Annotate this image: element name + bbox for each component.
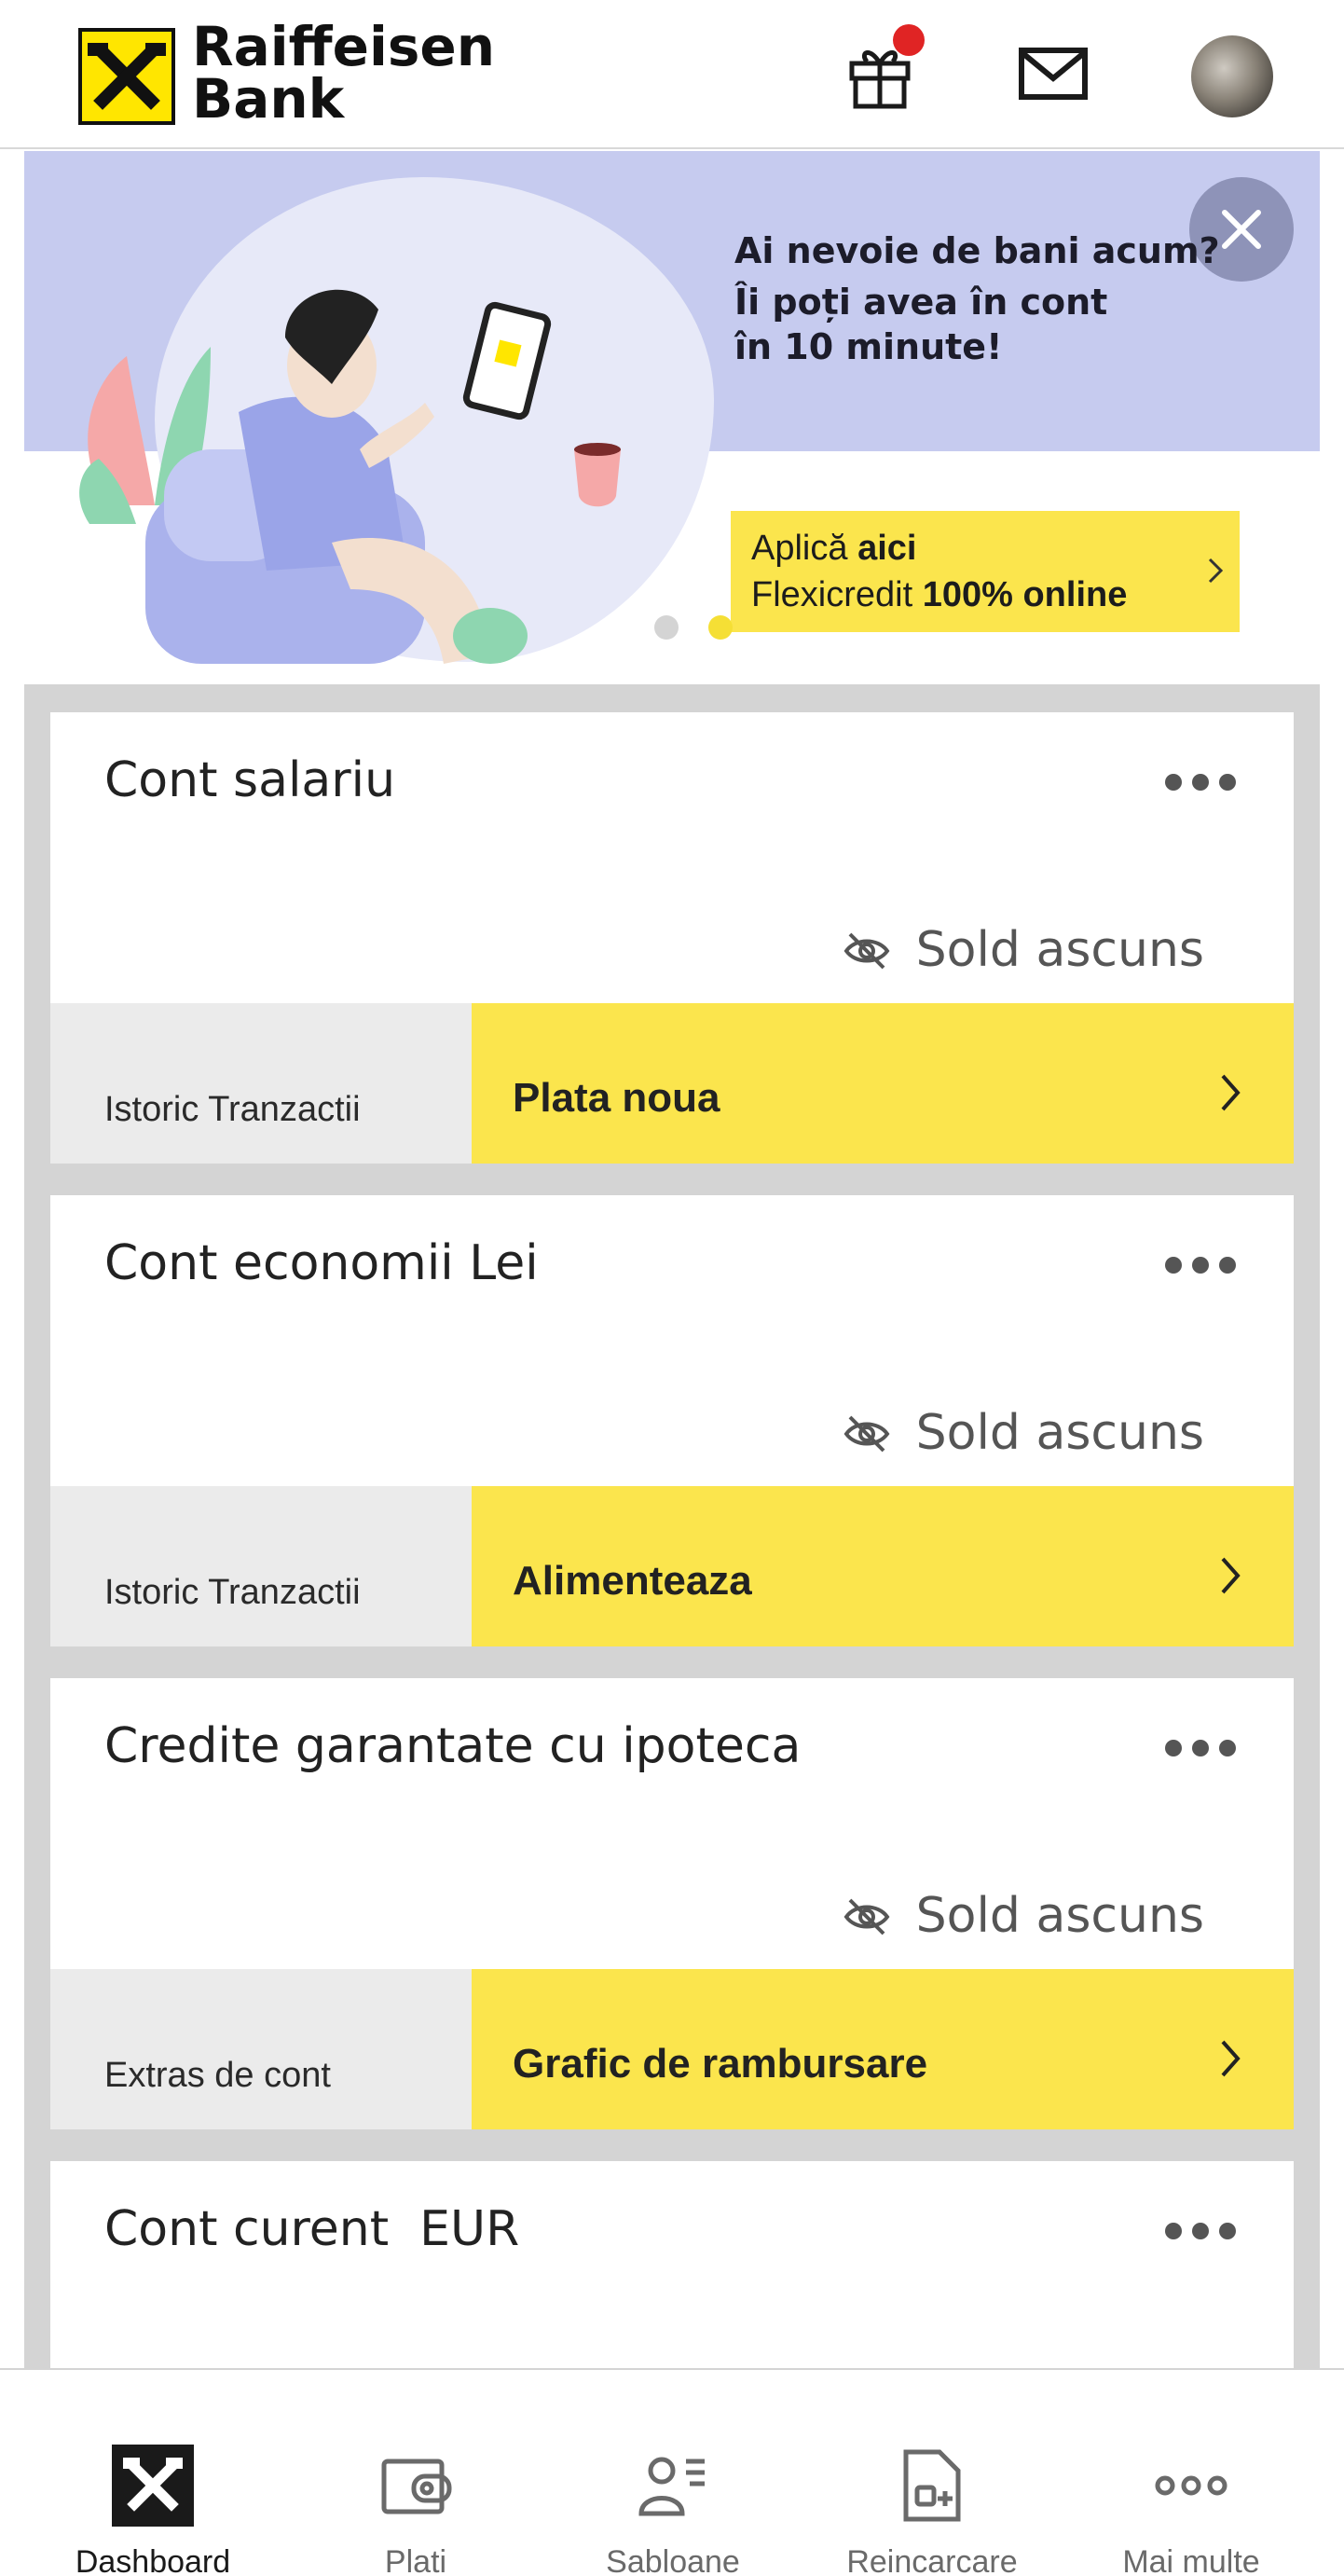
promo-banner[interactable]: Ai nevoie de bani acum? Îi poți avea în … xyxy=(24,151,1320,684)
hidden-eye-icon[interactable] xyxy=(843,1412,891,1456)
more-options-icon[interactable] xyxy=(1165,774,1236,796)
mail-icon[interactable] xyxy=(1016,35,1090,110)
tab-reincarcare[interactable]: Reincarcare xyxy=(798,2370,1066,2576)
account-name: Cont economii Lei xyxy=(104,1235,539,1291)
cta-line-2: Flexicredit 100% online xyxy=(751,575,1128,614)
pagination-dot[interactable] xyxy=(654,615,679,640)
accounts-list: Cont salariu Sold ascuns Istoric Tranzac… xyxy=(24,684,1320,2368)
more-options-icon[interactable] xyxy=(1165,2223,1236,2245)
account-name: Credite garantate cu ipoteca xyxy=(104,1718,802,1774)
more-options-icon[interactable] xyxy=(1165,1257,1236,1279)
more-icon xyxy=(1155,2475,1227,2496)
account-statement-button[interactable]: Extras de cont xyxy=(50,1969,472,2129)
brand-name: Raiffeisen Bank xyxy=(192,15,496,131)
templates-icon xyxy=(638,2457,705,2516)
apply-flexicredit-button[interactable]: Aplică aici Flexicredit 100% online xyxy=(731,511,1240,632)
notification-dot xyxy=(893,24,925,56)
cta-line-1: Aplică aici xyxy=(751,529,917,568)
banner-subtitle: Îi poți avea în cont în 10 minute! xyxy=(734,282,1108,367)
hidden-eye-icon[interactable] xyxy=(843,929,891,973)
repayment-schedule-button[interactable]: Grafic de rambursare xyxy=(472,1969,1294,2129)
hidden-eye-icon[interactable] xyxy=(843,1894,891,1939)
card-actions: Istoric Tranzactii Plata noua xyxy=(50,1003,1294,1164)
chevron-right-icon xyxy=(1221,1557,1241,1594)
tab-dashboard[interactable]: Dashboard xyxy=(19,2370,287,2576)
card-actions: Extras de cont Grafic de rambursare xyxy=(50,1969,1294,2129)
new-payment-button[interactable]: Plata noua xyxy=(472,1003,1294,1164)
balance-hidden[interactable]: Sold ascuns xyxy=(916,919,1204,981)
banner-title: Ai nevoie de bani acum? xyxy=(734,230,1220,271)
recharge-icon xyxy=(903,2449,961,2522)
transaction-history-button[interactable]: Istoric Tranzactii xyxy=(50,1003,472,1164)
account-name: Cont salariu xyxy=(104,752,396,808)
balance-hidden[interactable]: Sold ascuns xyxy=(916,1402,1204,1464)
account-card[interactable]: Credite garantate cu ipoteca Sold ascuns… xyxy=(50,1678,1294,2129)
app-header: Raiffeisen Bank xyxy=(0,0,1344,149)
raiffeisen-logo-icon xyxy=(112,2445,194,2527)
chevron-right-icon xyxy=(1221,2040,1241,2077)
chevron-right-icon xyxy=(1221,1074,1241,1111)
transaction-history-button[interactable]: Istoric Tranzactii xyxy=(50,1486,472,1646)
top-up-button[interactable]: Alimenteaza xyxy=(472,1486,1294,1646)
card-actions: Istoric Tranzactii Alimenteaza xyxy=(50,1486,1294,1646)
account-card[interactable]: Cont salariu Sold ascuns Istoric Tranzac… xyxy=(50,712,1294,1164)
account-card[interactable]: Cont curent EUR xyxy=(50,2161,1294,2368)
account-name: Cont curent EUR xyxy=(104,2201,520,2257)
balance-hidden[interactable]: Sold ascuns xyxy=(916,1885,1204,1947)
illustration-person-with-phone xyxy=(79,289,621,664)
tab-sabloane[interactable]: Sabloane xyxy=(539,2370,807,2576)
raiffeisen-logo-icon xyxy=(78,28,175,125)
tab-plati[interactable]: Plati xyxy=(281,2370,550,2576)
account-card[interactable]: Cont economii Lei Sold ascuns Istoric Tr… xyxy=(50,1195,1294,1646)
chevron-right-icon xyxy=(1208,558,1224,584)
tab-mai-multe[interactable]: Mai multe xyxy=(1057,2370,1325,2576)
bottom-navigation: Dashboard Plati Sabloane Reincarcare Mai… xyxy=(0,2368,1344,2576)
more-options-icon[interactable] xyxy=(1165,1740,1236,1762)
pagination-dot-active[interactable] xyxy=(708,615,733,640)
avatar[interactable] xyxy=(1191,35,1273,117)
wallet-icon xyxy=(381,2459,452,2514)
